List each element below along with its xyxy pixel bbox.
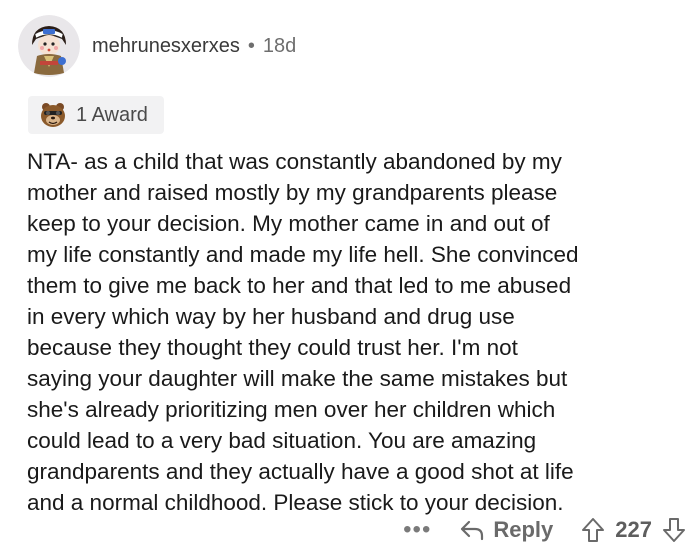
comment-line: grandparents and they actually have a go… [27,459,574,484]
reply-arrow-icon [461,520,484,541]
award-badge[interactable]: 1 Award [28,96,164,134]
comment-line: mother and raised mostly by my grandpare… [27,180,558,205]
reply-button[interactable]: Reply [459,517,553,543]
award-label: 1 Award [76,103,148,126]
more-options-button[interactable]: ••• [403,518,431,542]
comment-body: NTA- as a child that was constantly aban… [27,146,687,518]
comment-meta: mehrunesxerxes • 18d [92,35,296,58]
user-avatar[interactable] [18,15,80,77]
reply-label: Reply [493,517,554,542]
comment-line: because they thought they could trust he… [27,335,518,360]
comment-header: mehrunesxerxes • 18d [18,12,296,80]
award-icon [41,103,65,127]
comment-line: NTA- as a child that was constantly aban… [27,149,562,174]
meta-separator: • [247,34,255,57]
avatar-icon [18,15,80,77]
comment-line: she's already prioritizing men over her … [27,397,556,422]
vote-controls: 227 [581,517,686,543]
downvote-arrow-icon[interactable] [662,517,686,543]
comment-line: them to give me back to her and that led… [27,273,572,298]
username-link[interactable]: mehrunesxerxes [92,35,240,58]
vote-score: 227 [615,517,652,542]
upvote-arrow-icon[interactable] [581,517,605,543]
comment-line: in every which way by her husband and dr… [27,304,515,329]
comment-actions: ••• Reply 227 [403,510,686,550]
comment-line: could lead to a very bad situation. You … [27,428,537,453]
comment-line: my life constantly and made my life hell… [27,242,579,267]
comment-line: keep to your decision. My mother came in… [27,211,550,236]
comment-age: 18d [262,34,297,57]
comment-line: saying your daughter will make the same … [27,366,568,391]
